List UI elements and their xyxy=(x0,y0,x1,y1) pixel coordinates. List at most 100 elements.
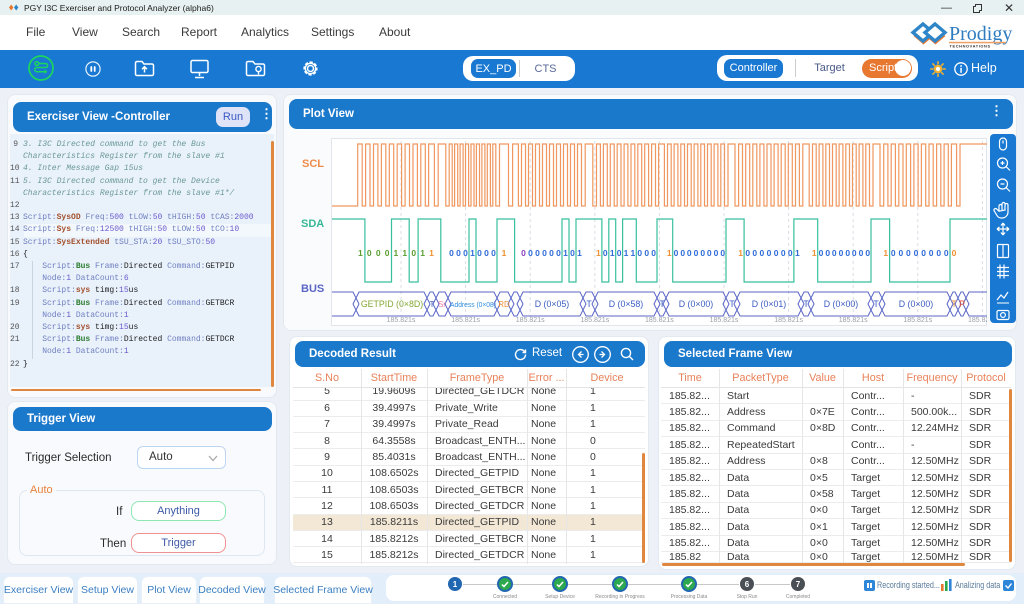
svg-text:0: 0 xyxy=(694,248,699,258)
svg-text:185.821s: 185.821s xyxy=(839,317,868,324)
svg-text:0: 0 xyxy=(745,248,750,258)
svg-text:185.821s: 185.821s xyxy=(774,317,803,324)
svg-text:0: 0 xyxy=(891,248,896,258)
svg-text:0: 0 xyxy=(484,248,489,258)
svg-text:1: 1 xyxy=(429,248,434,258)
svg-text:0: 0 xyxy=(521,248,526,258)
svg-text:Prodigy: Prodigy xyxy=(949,23,1012,45)
svg-text:1: 1 xyxy=(358,248,363,258)
svg-text:D (0×05): D (0×05) xyxy=(535,299,570,309)
svg-text:0: 0 xyxy=(767,248,772,258)
svg-text:0: 0 xyxy=(720,248,725,258)
svg-text:D (0×00): D (0×00) xyxy=(679,299,714,309)
svg-text:0: 0 xyxy=(899,248,904,258)
svg-text:0: 0 xyxy=(781,248,786,258)
svg-text:0: 0 xyxy=(367,248,372,258)
svg-text:1: 1 xyxy=(502,248,507,258)
svg-text:0: 0 xyxy=(839,248,844,258)
svg-text:1: 1 xyxy=(631,248,636,258)
svg-text:0: 0 xyxy=(449,248,454,258)
svg-text:185.821s: 185.821s xyxy=(710,317,739,324)
svg-text:1: 1 xyxy=(470,248,475,258)
svg-text:D (0×58): D (0×58) xyxy=(609,299,644,309)
svg-text:185.821s: 185.821s xyxy=(645,317,674,324)
svg-text:0: 0 xyxy=(603,248,608,258)
svg-text:RD: RD xyxy=(498,300,510,309)
svg-text:1: 1 xyxy=(667,248,672,258)
svg-text:0: 0 xyxy=(549,248,554,258)
svg-text:D (0×01): D (0×01) xyxy=(752,299,787,309)
svg-text:1: 1 xyxy=(420,248,425,258)
svg-text:0: 0 xyxy=(680,248,685,258)
svg-text:D (0×00): D (0×00) xyxy=(824,299,859,309)
svg-text:0: 0 xyxy=(832,248,837,258)
svg-text:1: 1 xyxy=(402,248,407,258)
svg-text:0: 0 xyxy=(477,248,482,258)
svg-text:1: 1 xyxy=(795,248,800,258)
svg-text:Sr: Sr xyxy=(438,300,446,309)
svg-text:1: 1 xyxy=(596,248,601,258)
svg-text:185.821s: 185.821s xyxy=(387,317,416,324)
svg-text:0: 0 xyxy=(556,248,561,258)
svg-text:1: 1 xyxy=(563,248,568,258)
svg-text:185.821s: 185.821s xyxy=(968,317,987,324)
svg-text:0: 0 xyxy=(707,248,712,258)
svg-text:0: 0 xyxy=(385,248,390,258)
svg-text:0: 0 xyxy=(700,248,705,258)
svg-text:0: 0 xyxy=(845,248,850,258)
svg-text:0: 0 xyxy=(788,248,793,258)
svg-text:0: 0 xyxy=(952,248,957,258)
svg-text:0: 0 xyxy=(535,248,540,258)
svg-text:0: 0 xyxy=(859,248,864,258)
svg-text:P: P xyxy=(959,299,965,309)
svg-text:0: 0 xyxy=(528,248,533,258)
svg-text:1: 1 xyxy=(883,248,888,258)
svg-text:Address (0×08): Address (0×08) xyxy=(450,300,496,309)
svg-text:0: 0 xyxy=(411,248,416,258)
svg-text:1: 1 xyxy=(812,248,817,258)
svg-text:0: 0 xyxy=(819,248,824,258)
svg-text:0: 0 xyxy=(906,248,911,258)
svg-text:0: 0 xyxy=(929,248,934,258)
svg-text:0: 0 xyxy=(674,248,679,258)
svg-text:185.821s: 185.821s xyxy=(451,317,480,324)
svg-text:0: 0 xyxy=(921,248,926,258)
svg-text:0: 0 xyxy=(760,248,765,258)
svg-text:T: T xyxy=(803,299,809,309)
svg-text:0: 0 xyxy=(644,248,649,258)
svg-text:0: 0 xyxy=(491,248,496,258)
svg-text:0: 0 xyxy=(376,248,381,258)
svg-text:0: 0 xyxy=(570,248,575,258)
svg-text:185.821s: 185.821s xyxy=(580,317,609,324)
svg-text:0: 0 xyxy=(944,248,949,258)
svg-text:0: 0 xyxy=(914,248,919,258)
svg-text:T: T xyxy=(586,299,592,309)
svg-text:T: T xyxy=(659,299,665,309)
svg-text:TECHNOVATIONS: TECHNOVATIONS xyxy=(950,44,991,49)
svg-text:0: 0 xyxy=(774,248,779,258)
svg-text:0: 0 xyxy=(542,248,547,258)
svg-text:1: 1 xyxy=(738,248,743,258)
svg-text:0: 0 xyxy=(637,248,642,258)
svg-text:1: 1 xyxy=(610,248,615,258)
svg-text:D (0×00): D (0×00) xyxy=(899,299,934,309)
svg-text:0: 0 xyxy=(687,248,692,258)
svg-text:0: 0 xyxy=(463,248,468,258)
svg-text:0: 0 xyxy=(825,248,830,258)
svg-text:185.821s: 185.821s xyxy=(516,317,545,324)
svg-text:185.821s: 185.821s xyxy=(903,317,932,324)
svg-text:0: 0 xyxy=(617,248,622,258)
svg-text:1: 1 xyxy=(394,248,399,258)
svg-text:0: 0 xyxy=(936,248,941,258)
svg-text:T: T xyxy=(951,299,957,309)
svg-text:0: 0 xyxy=(651,248,656,258)
svg-text:0: 0 xyxy=(865,248,870,258)
svg-text:T: T xyxy=(873,299,879,309)
svg-text:T: T xyxy=(430,300,435,309)
svg-text:0: 0 xyxy=(752,248,757,258)
svg-text:T: T xyxy=(729,299,735,309)
svg-text:0: 0 xyxy=(456,248,461,258)
svg-text:0: 0 xyxy=(714,248,719,258)
svg-text:GETPID (0×8D): GETPID (0×8D) xyxy=(361,299,423,309)
svg-text:0: 0 xyxy=(852,248,857,258)
